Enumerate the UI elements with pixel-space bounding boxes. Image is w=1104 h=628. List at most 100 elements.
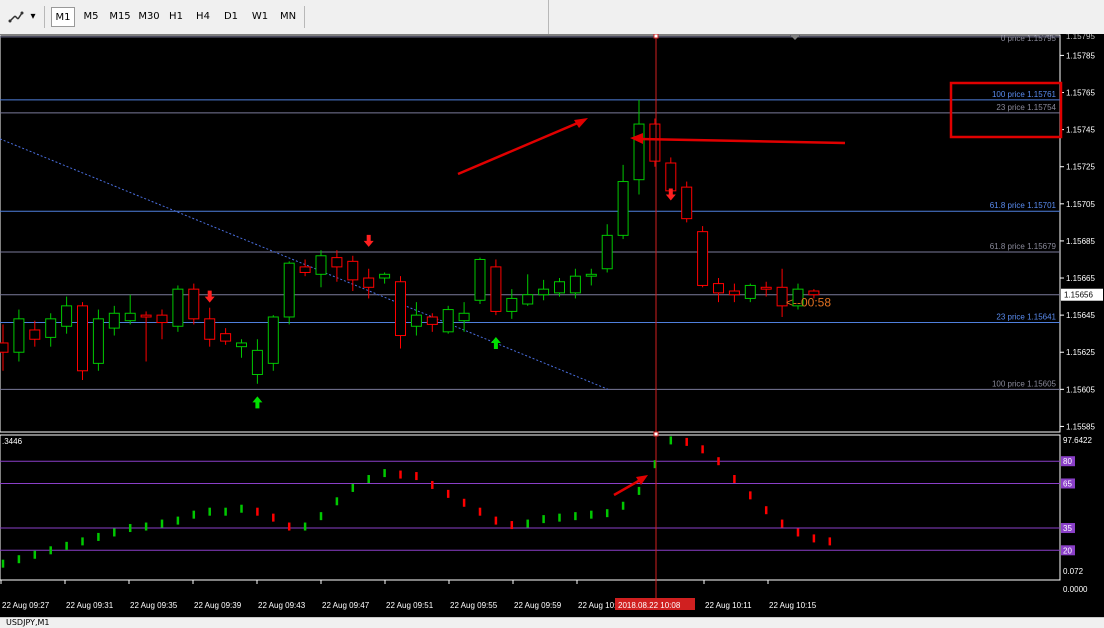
- price-axis-label: 1.15705: [1066, 200, 1095, 209]
- time-axis-label: 22 Aug 10:11: [705, 601, 752, 610]
- candle: [45, 313, 57, 347]
- candle-body: [554, 281, 565, 294]
- candle: [458, 302, 470, 332]
- candle-body: [236, 342, 247, 348]
- candle: [188, 283, 200, 325]
- candle: [744, 283, 756, 303]
- timeframe-m30-button[interactable]: M30: [135, 7, 163, 27]
- indicator-level-label: 65: [1063, 479, 1072, 488]
- candle-body: [77, 305, 88, 372]
- candle: [728, 283, 740, 303]
- annotation-arrow-line: [457, 120, 581, 176]
- indicator-axis-label: 97.6422: [1063, 436, 1092, 445]
- crosshair-tools-icon[interactable]: [6, 7, 26, 27]
- candle-body: [665, 162, 677, 192]
- timeframe-m5-button[interactable]: M5: [79, 7, 103, 27]
- chart-tabs-bar: USDJPY,M1: [0, 617, 1104, 628]
- candle-body: [188, 288, 200, 320]
- chart-toolbar: ▾ M1 M5 M15 M30 H1 H4 D1 W1 MN: [0, 0, 1104, 35]
- candle: [713, 278, 724, 303]
- scroll-marker-icon: [790, 35, 800, 40]
- price-chart[interactable]: 0 price 1.15795 100 price 1.15761 23 price…: [0, 32, 1104, 617]
- candle-body: [283, 262, 295, 318]
- timeframe-d1-button[interactable]: D1: [219, 7, 243, 27]
- candle-body: [140, 314, 152, 318]
- fib-level-label: 100 price 1.15761: [992, 90, 1057, 99]
- candle: [490, 259, 502, 316]
- price-axis-label: 1.15725: [1066, 163, 1095, 172]
- time-axis-label: 22 Aug 09:39: [194, 601, 242, 610]
- chevron-down-icon[interactable]: ▾: [28, 7, 38, 27]
- indicator-axis-label: 0.072: [1063, 567, 1084, 576]
- candle-body: [744, 284, 756, 299]
- timeframe-mn-button[interactable]: MN: [275, 7, 301, 27]
- candle-body: [92, 318, 104, 364]
- candle: [649, 118, 661, 167]
- candle: [410, 302, 422, 336]
- fib-level-label: 23 price 1.15754: [996, 103, 1056, 112]
- candle-body: [442, 309, 454, 333]
- cursor-time-label: 2018.08.22 10:08: [618, 601, 681, 610]
- candle-body: [220, 333, 232, 342]
- timeframe-h1-button[interactable]: H1: [164, 7, 188, 27]
- timeframe-w1-button[interactable]: W1: [247, 7, 273, 27]
- timeframe-m15-button[interactable]: M15: [106, 7, 134, 27]
- candle-body: [474, 258, 486, 301]
- price-axis-label: 1.15625: [1066, 348, 1095, 357]
- candle: [506, 289, 518, 319]
- indicator-label: .3446: [2, 437, 23, 446]
- candle: [681, 181, 693, 223]
- time-axis-label: 22 Aug 09:47: [322, 601, 370, 610]
- candle: [283, 261, 295, 325]
- toolbar-divider: [548, 0, 549, 34]
- candle-body: [458, 312, 470, 322]
- candle-body: [633, 123, 645, 181]
- price-axis-label: 1.15665: [1066, 274, 1095, 283]
- candle: [395, 276, 406, 349]
- fib-level-label: 100 price 1.15605: [992, 379, 1057, 388]
- candle: [236, 339, 247, 358]
- current-price-label: 1.15656: [1064, 291, 1093, 300]
- time-axis-label: 22 Aug 09:59: [514, 601, 562, 610]
- chart-area[interactable]: 0 price 1.15795 100 price 1.15761 23 price…: [0, 32, 1104, 617]
- candle: [299, 259, 311, 277]
- candle-body: [617, 181, 629, 236]
- candle: [331, 250, 343, 282]
- price-axis-label: 1.15585: [1066, 422, 1095, 431]
- timeframe-h4-button[interactable]: H4: [191, 7, 215, 27]
- price-axis-label: 1.15745: [1066, 126, 1095, 135]
- candle-body: [538, 288, 550, 296]
- candle-body: [569, 275, 581, 294]
- candle: [697, 226, 709, 288]
- candle: [585, 268, 597, 286]
- time-axis-label: 22 Aug 09:31: [66, 601, 114, 610]
- time-axis-label: 22 Aug 10:: [578, 601, 616, 610]
- time-axis-label: 22 Aug 09:43: [258, 601, 306, 610]
- time-axis-label: 22 Aug 10:15: [769, 601, 817, 610]
- candle: [538, 279, 550, 301]
- indicator-pane-border: [0, 434, 1061, 581]
- candle: [776, 268, 788, 317]
- candle-body: [760, 286, 772, 290]
- candle: [267, 315, 279, 371]
- candle-body: [379, 273, 391, 279]
- candle: [442, 305, 454, 334]
- candle-body: [29, 329, 41, 340]
- indicator-axis-label: 0.0000: [1063, 585, 1088, 594]
- price-axis-label: 1.15645: [1066, 311, 1095, 320]
- candle: [554, 278, 565, 297]
- annotation-arrow-line: [639, 137, 846, 145]
- candle: [569, 268, 581, 299]
- candle-body: [172, 288, 184, 327]
- fib-level-label: 23 price 1.15641: [996, 313, 1056, 322]
- candle-body: [426, 316, 438, 325]
- time-axis-label: 22 Aug 09:51: [386, 601, 434, 610]
- toolbar-divider: [44, 6, 45, 28]
- candle: [204, 307, 216, 347]
- candle: [61, 296, 73, 334]
- candle: [0, 324, 9, 371]
- timeframe-m1-button[interactable]: M1: [51, 7, 75, 27]
- sell-arrow-icon: [204, 290, 215, 303]
- candle-body: [347, 260, 359, 281]
- cursor-mid-marker: [653, 431, 659, 437]
